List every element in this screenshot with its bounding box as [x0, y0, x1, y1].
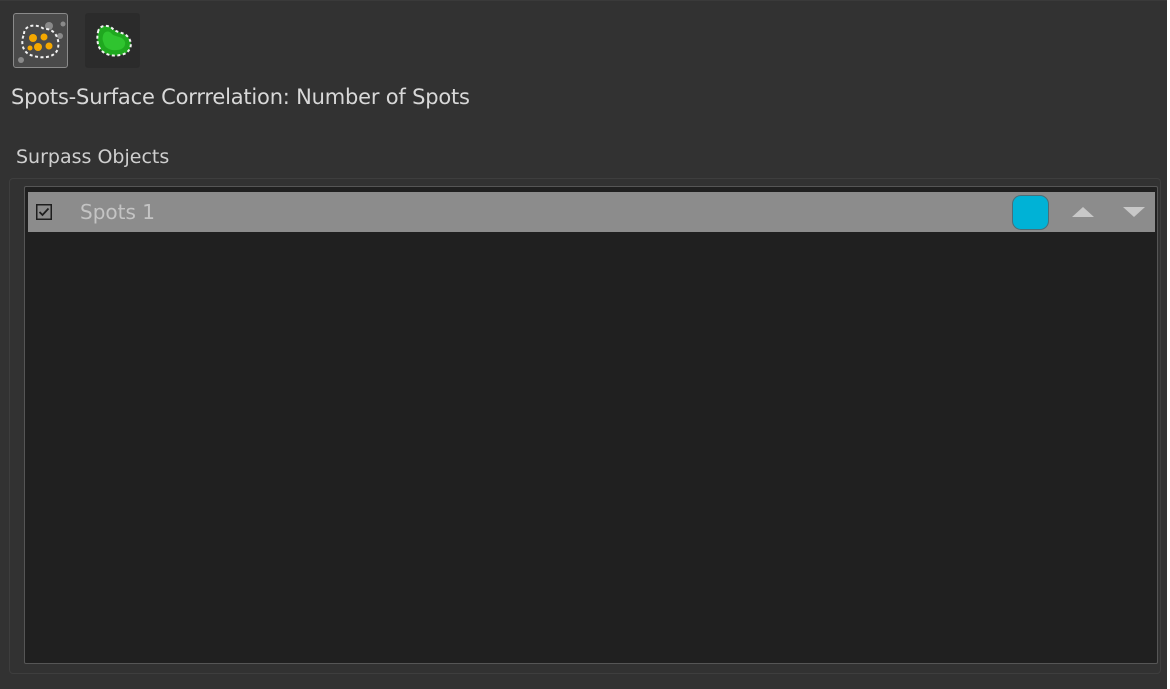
move-down-icon[interactable] — [1120, 204, 1148, 220]
checkbox-checked-icon[interactable] — [36, 204, 52, 220]
window-frame: Spots-Surface Corrrelation: Number of Sp… — [0, 0, 1170, 689]
panel-title: Spots-Surface Corrrelation: Number of Sp… — [11, 85, 470, 109]
color-swatch[interactable] — [1012, 195, 1049, 230]
spots-icon — [18, 21, 66, 63]
surpass-objects-list[interactable] — [24, 186, 1158, 664]
correlation-panel: Spots-Surface Corrrelation: Number of Sp… — [0, 0, 1167, 689]
surface-mode-button[interactable] — [85, 13, 140, 68]
list-item-label: Spots 1 — [80, 200, 155, 224]
move-up-icon[interactable] — [1069, 204, 1097, 220]
surface-icon — [96, 24, 132, 57]
surpass-objects-label: Surpass Objects — [16, 146, 170, 168]
list-item-spots-1[interactable]: Spots 1 — [28, 192, 1155, 232]
spots-mode-button[interactable] — [13, 13, 68, 68]
